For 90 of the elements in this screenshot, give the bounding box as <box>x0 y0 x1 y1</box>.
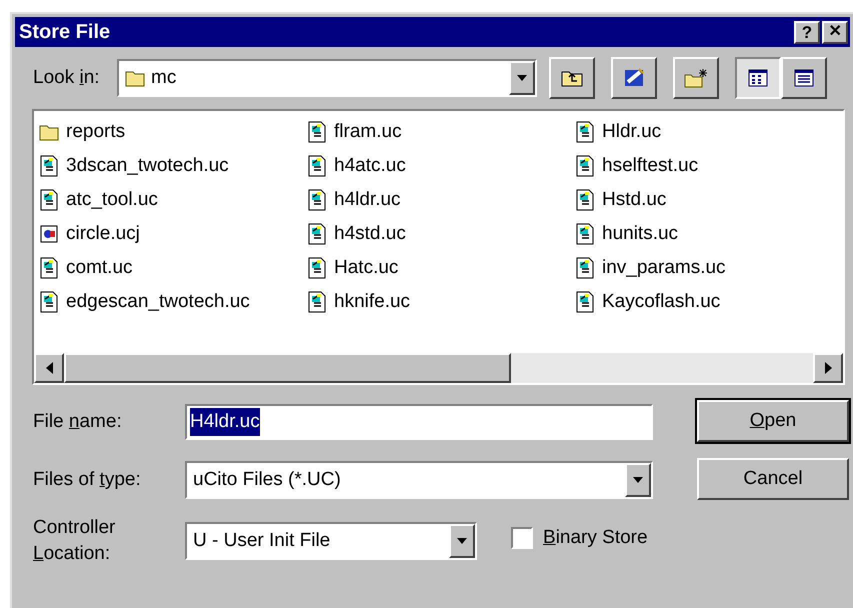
file-item[interactable]: Hatc.uc <box>306 251 574 285</box>
document-icon <box>40 189 58 211</box>
caret-icon <box>633 477 643 483</box>
file-item[interactable]: inv_params.uc <box>574 251 842 285</box>
document-icon <box>308 155 326 177</box>
controller-location-label: Controller Location: <box>33 516 116 566</box>
file-name: inv_params.uc <box>602 256 726 280</box>
file-name: hselftest.uc <box>602 154 698 178</box>
look-in-label: Look in: <box>33 66 101 90</box>
document-icon <box>576 257 594 279</box>
file-item[interactable]: h4std.uc <box>306 217 574 251</box>
window-title: Store File <box>19 20 110 45</box>
files-of-type-dropdown[interactable]: uCito Files (*.UC) <box>185 461 653 499</box>
file-name: Hstd.uc <box>602 188 666 212</box>
file-item[interactable]: Kaycoflash.uc <box>574 285 842 319</box>
document-icon <box>576 155 594 177</box>
document-icon <box>576 121 594 143</box>
document-icon <box>308 121 326 143</box>
document-icon <box>308 257 326 279</box>
left-arrow-icon <box>46 362 52 374</box>
file-name: atc_tool.uc <box>66 188 158 212</box>
file-item[interactable]: flram.uc <box>306 115 574 149</box>
file-name: edgescan_twotech.uc <box>66 290 250 314</box>
file-name: h4ldr.uc <box>334 188 401 212</box>
dropdown-button[interactable] <box>449 524 475 558</box>
look-in-dropdown[interactable]: mc <box>117 59 537 97</box>
look-in-value: mc <box>151 66 176 90</box>
controller-location-value: U - User Init File <box>192 528 332 553</box>
help-button[interactable]: ? <box>794 20 820 44</box>
file-name: comt.uc <box>66 256 133 280</box>
toolbar-button[interactable] <box>735 57 781 99</box>
files-of-type-label: Files of type: <box>33 468 142 492</box>
file-item[interactable]: hselftest.uc <box>574 149 842 183</box>
file-name: h4std.uc <box>334 222 406 246</box>
folder-icon <box>39 123 59 141</box>
folder-icon <box>125 69 145 87</box>
document-icon <box>576 291 594 313</box>
file-name: h4atc.uc <box>334 154 406 178</box>
file-item[interactable]: hknife.uc <box>306 285 574 319</box>
binary-store-checkbox[interactable] <box>511 527 533 549</box>
caret-icon <box>517 75 527 81</box>
document-icon <box>40 257 58 279</box>
app-icon <box>40 224 58 244</box>
file-name-label: File name: <box>33 410 123 434</box>
file-item[interactable]: comt.uc <box>38 251 306 285</box>
file-item[interactable]: h4atc.uc <box>306 149 574 183</box>
file-item[interactable]: Hldr.uc <box>574 115 842 149</box>
file-item[interactable]: 3dscan_twotech.uc <box>38 149 306 183</box>
horizontal-scrollbar[interactable] <box>34 353 843 383</box>
dropdown-button[interactable] <box>509 61 535 95</box>
document-icon <box>576 223 594 245</box>
list-view-icon <box>748 69 768 87</box>
file-name: flram.uc <box>334 120 402 144</box>
file-item[interactable]: Hstd.uc <box>574 183 842 217</box>
document-icon <box>40 291 58 313</box>
file-item[interactable]: circle.ucj <box>38 217 306 251</box>
dialog-button[interactable]: Cancel <box>697 458 849 500</box>
file-item[interactable]: h4ldr.uc <box>306 183 574 217</box>
file-name: Hatc.uc <box>334 256 398 280</box>
scroll-right-button[interactable] <box>813 353 843 383</box>
file-item[interactable]: reports <box>38 115 306 149</box>
file-name: hunits.uc <box>602 222 678 246</box>
scroll-thumb[interactable] <box>64 353 511 383</box>
file-name: 3dscan_twotech.uc <box>66 154 229 178</box>
document-icon <box>308 291 326 313</box>
document-icon <box>576 189 594 211</box>
file-name: reports <box>66 120 126 144</box>
document-icon <box>308 223 326 245</box>
dialog-button[interactable]: Open <box>697 400 849 442</box>
file-item[interactable]: atc_tool.uc <box>38 183 306 217</box>
document-icon <box>308 189 326 211</box>
scroll-left-button[interactable] <box>34 353 64 383</box>
details-view-icon <box>794 69 814 87</box>
file-name-field[interactable]: H4ldr.uc <box>185 404 653 440</box>
files-of-type-value: uCito Files (*.UC) <box>192 468 342 492</box>
right-arrow-icon <box>824 362 832 374</box>
new-folder-icon <box>684 68 708 88</box>
caret-icon <box>457 538 467 544</box>
file-name-value: H4ldr.uc <box>190 408 260 436</box>
file-name: Kaycoflash.uc <box>602 290 720 314</box>
file-name: Hldr.uc <box>602 120 662 144</box>
close-button[interactable]: ✕ <box>822 20 848 44</box>
file-item[interactable]: edgescan_twotech.uc <box>38 285 306 319</box>
file-name: hknife.uc <box>334 290 410 314</box>
document-icon <box>40 155 58 177</box>
dropdown-button[interactable] <box>625 463 651 497</box>
file-item[interactable]: hunits.uc <box>574 217 842 251</box>
file-name: circle.ucj <box>66 222 140 246</box>
controller-location-dropdown[interactable]: U - User Init File <box>185 522 477 560</box>
binary-store-label: Binary Store <box>543 526 648 550</box>
